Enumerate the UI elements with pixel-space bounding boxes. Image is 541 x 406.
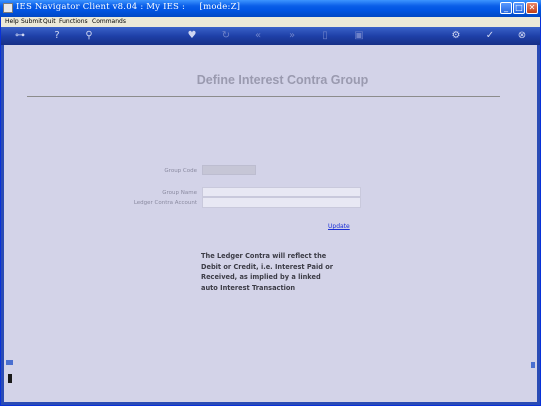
right-frame-strip (537, 45, 540, 402)
window-title: IES Navigator Client v8.04 : My IES : [m… (16, 2, 241, 12)
app-icon (3, 3, 13, 13)
note-line: The Ledger Contra will reflect the (201, 252, 327, 260)
close-icon[interactable]: ⊗ (516, 30, 528, 42)
side-panel-icon[interactable] (6, 360, 13, 365)
group-code-label: Group Code (164, 168, 197, 174)
note-line: Received, as implied by a linked (201, 273, 321, 281)
help-icon[interactable]: ? (51, 30, 63, 42)
minimize-button[interactable]: _ (500, 2, 512, 14)
page-title: Define Interest Contra Group (196, 73, 369, 87)
menu-submit[interactable]: Submit (21, 17, 42, 27)
update-link[interactable]: Update (328, 223, 350, 230)
menu-functions[interactable]: Functions (59, 17, 88, 27)
menu-commands[interactable]: Commands (92, 17, 126, 27)
toolbar: ⊶ ? ⚲ ♥ ↻ « » ▯ ▣ ⚙ ✓ ⊗ (1, 27, 540, 45)
refresh-icon[interactable]: ↻ (220, 30, 232, 42)
group-code-field[interactable] (202, 165, 256, 175)
bottom-frame-strip (1, 402, 540, 405)
key-icon[interactable]: ⊶ (9, 30, 31, 42)
title-divider (27, 96, 500, 97)
note-line: Debit or Credit, i.e. Interest Paid or (201, 262, 334, 271)
heart-icon[interactable]: ♥ (186, 30, 198, 42)
close-window-button[interactable]: ✕ (526, 2, 538, 14)
group-name-label: Group Name (162, 190, 197, 196)
forward-forward-icon[interactable]: » (286, 30, 298, 42)
settings-icon[interactable]: ⚙ (450, 30, 462, 42)
stop-icon[interactable]: ▣ (353, 30, 365, 42)
maximize-button[interactable]: □ (513, 2, 525, 14)
info-note: The Ledger Contra will reflect the Debit… (201, 251, 341, 293)
menu-bar: Help Submit Quit Functions Commands (1, 17, 540, 27)
title-bar[interactable]: IES Navigator Client v8.04 : My IES : [m… (0, 0, 541, 17)
side-bookmark-icon[interactable] (8, 374, 12, 383)
side-scroll-icon[interactable] (531, 362, 535, 368)
menu-quit[interactable]: Quit (43, 17, 56, 27)
form-area (4, 45, 537, 402)
check-icon[interactable]: ✓ (484, 30, 496, 42)
doc-icon[interactable]: ▯ (319, 30, 331, 42)
back-back-icon[interactable]: « (252, 30, 264, 42)
group-name-field[interactable] (202, 187, 361, 197)
ledger-contra-field[interactable] (202, 197, 361, 208)
note-line: auto Interest Transaction (201, 283, 296, 292)
menu-help[interactable]: Help (5, 17, 19, 27)
ledger-contra-label: Ledger Contra Account (133, 200, 197, 206)
search-icon[interactable]: ⚲ (83, 30, 95, 42)
